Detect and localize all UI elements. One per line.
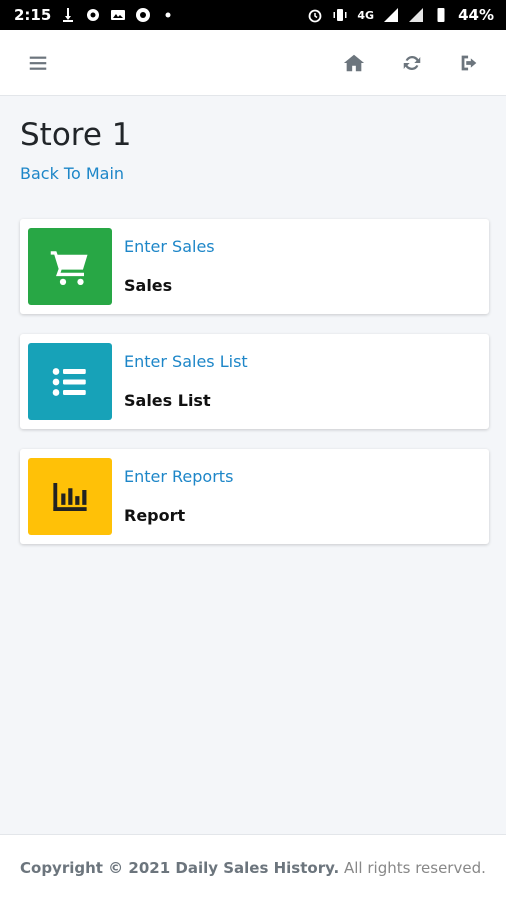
report-card: Enter Reports Report	[20, 449, 489, 544]
network-type: 4G	[357, 8, 375, 22]
battery-icon	[433, 7, 449, 23]
status-bar-left: 2:15	[14, 6, 176, 24]
more-notifications-dot-icon	[160, 7, 176, 23]
logout-icon	[461, 55, 477, 71]
signal-secondary-icon	[408, 7, 424, 23]
report-label: Report	[124, 506, 186, 525]
status-bar: 2:15 4G 44%	[0, 0, 506, 30]
home-button[interactable]	[341, 50, 367, 76]
chrome-icon	[135, 7, 151, 23]
report-tile[interactable]	[28, 458, 112, 535]
sales-label: Sales	[124, 276, 173, 295]
logout-button[interactable]	[456, 50, 482, 76]
enter-sales-list-link[interactable]: Enter Sales List	[124, 352, 248, 371]
vibrate-icon	[332, 7, 348, 23]
menu-button[interactable]	[25, 50, 51, 76]
sales-card: Enter Sales Sales	[20, 219, 489, 314]
page-title: Store 1	[20, 117, 132, 153]
enter-sales-link[interactable]: Enter Sales	[124, 237, 215, 256]
alarm-icon	[307, 7, 323, 23]
sales-tile[interactable]	[28, 228, 112, 305]
top-navbar	[0, 30, 506, 96]
battery-percent: 44%	[458, 6, 494, 24]
image-notification-icon	[110, 7, 126, 23]
footer: Copyright © 2021 Daily Sales History. Al…	[0, 834, 506, 900]
footer-rights: All rights reserved.	[344, 858, 486, 877]
footer-copyright: Copyright © 2021 Daily Sales History.	[20, 858, 340, 877]
menu-icon	[29, 56, 47, 70]
signal-icon	[383, 7, 399, 23]
sales-list-tile[interactable]	[28, 343, 112, 420]
refresh-icon	[403, 55, 421, 71]
back-to-main-link[interactable]: Back To Main	[20, 164, 124, 183]
sales-list-card: Enter Sales List Sales List	[20, 334, 489, 429]
refresh-button[interactable]	[399, 50, 425, 76]
chart-icon	[53, 482, 87, 511]
home-icon	[343, 54, 365, 72]
settings-notification-icon	[85, 7, 101, 23]
status-bar-right: 4G 44%	[307, 6, 494, 24]
list-icon	[52, 367, 86, 396]
usb-icon	[60, 7, 76, 23]
sales-list-label: Sales List	[124, 391, 211, 410]
cart-icon	[50, 250, 88, 285]
status-time: 2:15	[14, 6, 52, 24]
enter-reports-link[interactable]: Enter Reports	[124, 467, 233, 486]
